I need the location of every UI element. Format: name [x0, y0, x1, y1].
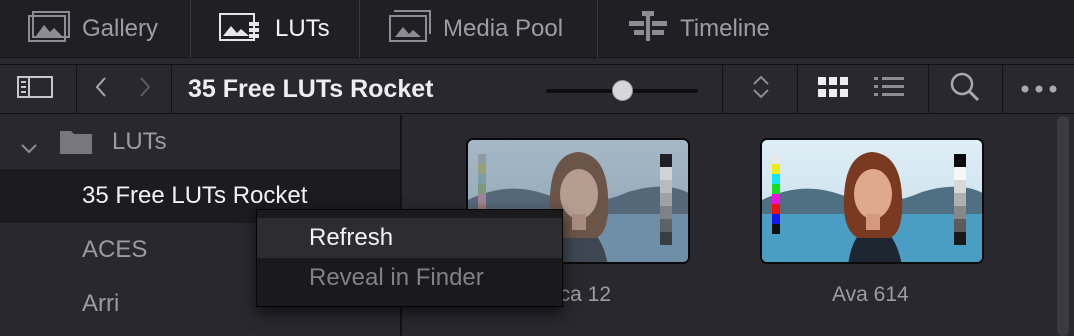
lut-thumbnail-label: ica 12	[555, 283, 612, 306]
tree-item-label: ACES	[82, 236, 148, 263]
sidebar-toggle-icon	[17, 75, 53, 103]
search-button[interactable]	[929, 65, 1001, 113]
timeline-icon	[628, 10, 668, 49]
tab-divider	[359, 0, 360, 58]
tab-luts[interactable]: LUTs	[219, 0, 330, 58]
back-button[interactable]	[84, 65, 118, 113]
toolbar-divider	[76, 65, 77, 113]
more-options-button[interactable]	[1003, 65, 1074, 113]
luts-icon	[219, 10, 263, 49]
browser-toolbar: 35 Free LUTs Rocket	[0, 64, 1074, 114]
vertical-scrollbar[interactable]	[1057, 116, 1069, 336]
current-folder-title: 35 Free LUTs Rocket	[188, 75, 434, 103]
menu-item-reveal-in-finder[interactable]: Reveal in Finder	[257, 258, 562, 298]
list-view-icon	[874, 76, 904, 103]
grid-view-icon	[818, 76, 848, 103]
sort-icon	[751, 74, 771, 105]
tree-root-luts[interactable]: LUTs	[0, 115, 400, 169]
tab-timeline[interactable]: Timeline	[628, 0, 770, 58]
tree-root-label: LUTs	[112, 128, 167, 155]
sidebar-toggle-button[interactable]	[0, 65, 70, 113]
module-tab-bar: Gallery LUTs Media Pool Timeline	[0, 0, 1074, 58]
sort-button[interactable]	[723, 65, 798, 113]
gallery-icon	[28, 10, 70, 49]
back-icon	[94, 76, 108, 103]
tab-gallery[interactable]: Gallery	[28, 0, 158, 58]
context-menu: Refresh Reveal in Finder	[256, 209, 563, 307]
forward-button[interactable]	[128, 65, 162, 113]
tab-divider	[190, 0, 191, 58]
menu-item-refresh[interactable]: Refresh	[257, 218, 562, 258]
media-pool-icon	[389, 9, 431, 49]
search-icon	[950, 72, 980, 107]
tree-item-label: Arri	[82, 290, 120, 317]
lut-thumbnail-label: Ava 614	[832, 283, 909, 306]
tab-media-pool[interactable]: Media Pool	[389, 0, 563, 58]
toolbar-divider	[171, 65, 172, 113]
tab-divider	[597, 0, 598, 58]
lut-thumbnail-ava-614[interactable]	[760, 138, 984, 264]
tree-item-label: 35 Free LUTs Rocket	[82, 182, 308, 209]
more-icon	[1021, 80, 1057, 98]
list-view-button[interactable]	[866, 65, 912, 113]
toolbar-divider	[797, 65, 798, 113]
forward-icon	[138, 76, 152, 103]
chevron-down-icon[interactable]	[20, 134, 38, 162]
grid-view-button[interactable]	[810, 65, 856, 113]
zoom-slider-handle[interactable]	[612, 80, 633, 101]
folder-icon	[60, 128, 92, 161]
